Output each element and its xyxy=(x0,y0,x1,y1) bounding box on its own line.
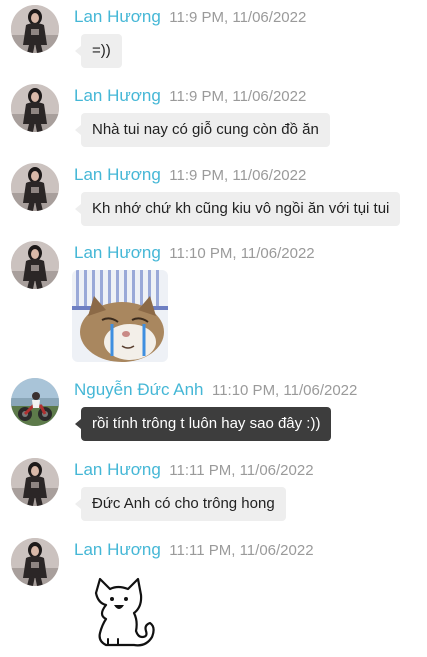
message-bubble[interactable]: Đức Anh có cho trông hong xyxy=(75,487,286,521)
message-item: Lan Hương 11:11 PM, 11/06/2022 xyxy=(0,535,427,655)
avatar[interactable] xyxy=(11,84,59,132)
message-time: 11:9 PM, 11/06/2022 xyxy=(169,167,307,184)
message-bubble[interactable]: rồi tính trông t luôn hay sao đây :)) xyxy=(74,407,332,441)
avatar-image xyxy=(11,84,59,132)
message-item: Nguyễn Đức Anh 11:10 PM, 11/06/2022 rồi … xyxy=(0,375,427,443)
message-header: Lan Hương 11:9 PM, 11/06/2022 xyxy=(74,86,306,107)
message-time: 11:11 PM, 11/06/2022 xyxy=(169,462,314,479)
sender-name[interactable]: Nguyễn Đức Anh xyxy=(74,380,204,399)
avatar-image xyxy=(11,538,59,586)
message-header: Lan Hương 11:10 PM, 11/06/2022 xyxy=(74,243,315,264)
message-time: 11:11 PM, 11/06/2022 xyxy=(169,542,314,559)
crying-cat-sticker[interactable] xyxy=(72,270,168,367)
message-header: Lan Hương 11:9 PM, 11/06/2022 xyxy=(74,7,306,28)
sender-name[interactable]: Lan Hương xyxy=(74,7,161,26)
avatar-image xyxy=(11,241,59,289)
avatar[interactable] xyxy=(11,241,59,289)
message-bubble[interactable]: =)) xyxy=(75,34,122,68)
message-item: Lan Hương 11:9 PM, 11/06/2022 =)) xyxy=(0,2,427,70)
sender-name[interactable]: Lan Hương xyxy=(74,460,161,479)
cartoon-cat-sticker[interactable] xyxy=(84,575,164,656)
message-time: 11:9 PM, 11/06/2022 xyxy=(169,9,307,26)
message-header: Lan Hương 11:11 PM, 11/06/2022 xyxy=(74,540,314,561)
message-header: Nguyễn Đức Anh 11:10 PM, 11/06/2022 xyxy=(74,380,357,401)
avatar[interactable] xyxy=(11,5,59,53)
message-header: Lan Hương 11:9 PM, 11/06/2022 xyxy=(74,165,306,186)
cartoon-cat-image xyxy=(94,577,155,647)
avatar[interactable] xyxy=(11,458,59,506)
message-item: Lan Hương 11:9 PM, 11/06/2022 Kh nhớ chứ… xyxy=(0,160,427,228)
message-item: Lan Hương 11:9 PM, 11/06/2022 Nhà tui na… xyxy=(0,81,427,149)
message-time: 11:10 PM, 11/06/2022 xyxy=(169,245,315,262)
message-time: 11:10 PM, 11/06/2022 xyxy=(211,382,358,399)
sender-name[interactable]: Lan Hương xyxy=(74,540,161,559)
sender-name[interactable]: Lan Hương xyxy=(74,243,161,262)
message-item: Lan Hương 11:10 PM, 11/06/2022 xyxy=(0,238,427,366)
avatar-image xyxy=(11,378,59,426)
message-bubble[interactable]: Kh nhớ chứ kh cũng kiu vô ngồi ăn với tụ… xyxy=(74,192,401,226)
message-item: Lan Hương 11:11 PM, 11/06/2022 Đức Anh c… xyxy=(0,455,427,523)
avatar[interactable] xyxy=(11,163,59,211)
avatar[interactable] xyxy=(11,378,59,426)
message-bubble[interactable]: Nhà tui nay có giỗ cung còn đồ ăn xyxy=(75,113,330,147)
chat-message-list[interactable]: Lan Hương 11:9 PM, 11/06/2022 =)) Lan Hư… xyxy=(0,0,427,657)
avatar-image xyxy=(11,5,59,53)
avatar-image xyxy=(11,163,59,211)
message-header: Lan Hương 11:11 PM, 11/06/2022 xyxy=(74,460,314,481)
message-time: 11:9 PM, 11/06/2022 xyxy=(169,88,307,105)
sender-name[interactable]: Lan Hương xyxy=(74,86,161,105)
avatar[interactable] xyxy=(11,538,59,586)
sender-name[interactable]: Lan Hương xyxy=(74,165,161,184)
avatar-image xyxy=(11,458,59,506)
crying-cat-image xyxy=(72,270,168,362)
